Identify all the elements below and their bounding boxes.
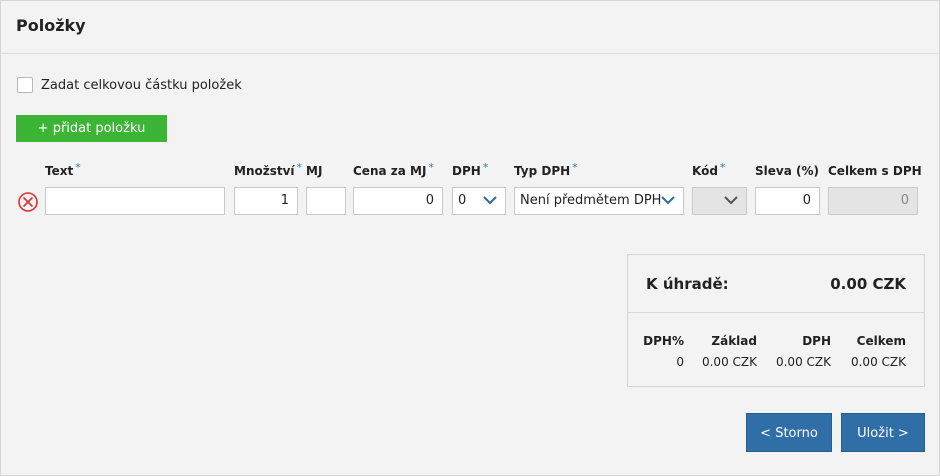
- chevron-down-icon: [483, 196, 497, 205]
- amount-due-label: K úhradě:: [646, 275, 729, 293]
- summary-total-row: K úhradě: 0.00 CZK: [628, 255, 924, 313]
- column-label-vat: DPH *: [452, 161, 489, 178]
- total-amount-label[interactable]: Zadat celkovou částku položek: [41, 78, 242, 93]
- vat-table-cell-rate: 0: [676, 355, 684, 369]
- chevron-down-icon: [724, 196, 738, 205]
- column-label-vat-type: Typ DPH *: [514, 161, 578, 178]
- vat-table-header-total: Celkem: [856, 334, 906, 348]
- column-label-unit-price: Cena za MJ *: [353, 161, 434, 178]
- remove-item-icon[interactable]: [17, 191, 39, 213]
- item-vat-value: 0: [458, 193, 467, 208]
- total-amount-checkbox[interactable]: [17, 77, 33, 93]
- vat-table-cell-base: 0.00 CZK: [701, 355, 757, 369]
- column-label-total-with-vat: Celkem s DPH: [828, 164, 922, 178]
- item-unit-price-input[interactable]: 0: [353, 187, 443, 215]
- column-label-discount: Sleva (%): [755, 164, 819, 178]
- cancel-button[interactable]: < Storno: [746, 413, 832, 452]
- item-unit-input[interactable]: [306, 187, 346, 215]
- vat-table-cell-total: 0.00 CZK: [850, 355, 906, 369]
- vat-table-cell-vat: 0.00 CZK: [775, 355, 831, 369]
- item-text-input[interactable]: [45, 187, 225, 215]
- column-label-quantity: Množství *: [234, 161, 303, 178]
- panel-header: Položky: [1, 1, 939, 54]
- vat-table-header-vat: DPH: [802, 334, 831, 348]
- column-label-unit: MJ: [306, 164, 323, 178]
- item-vat-type-select[interactable]: Není předmětem DPH: [514, 187, 684, 215]
- item-discount-input[interactable]: 0: [755, 187, 820, 215]
- item-vat-select[interactable]: 0: [452, 187, 506, 215]
- item-total-with-vat-field: 0: [828, 187, 918, 215]
- page-title: Položky: [16, 16, 86, 35]
- vat-table-header-base: Základ: [711, 334, 757, 348]
- add-item-button[interactable]: + přidat položku: [16, 115, 167, 142]
- item-code-select: [692, 187, 747, 215]
- column-label-text: Text *: [45, 161, 81, 178]
- save-button[interactable]: Uložit >: [841, 413, 925, 452]
- payment-summary: K úhradě: 0.00 CZK DPH% Základ DPH Celke…: [627, 254, 925, 387]
- item-quantity-input[interactable]: 1: [234, 187, 298, 215]
- vat-table-header-rate: DPH%: [643, 334, 684, 348]
- items-panel: Položky Zadat celkovou částku položek + …: [0, 0, 940, 476]
- column-label-code: Kód *: [692, 161, 726, 178]
- item-vat-type-value: Není předmětem DPH: [520, 193, 662, 208]
- chevron-down-icon: [661, 196, 675, 205]
- amount-due-value: 0.00 CZK: [830, 275, 906, 293]
- total-amount-toggle[interactable]: Zadat celkovou částku položek: [17, 76, 242, 94]
